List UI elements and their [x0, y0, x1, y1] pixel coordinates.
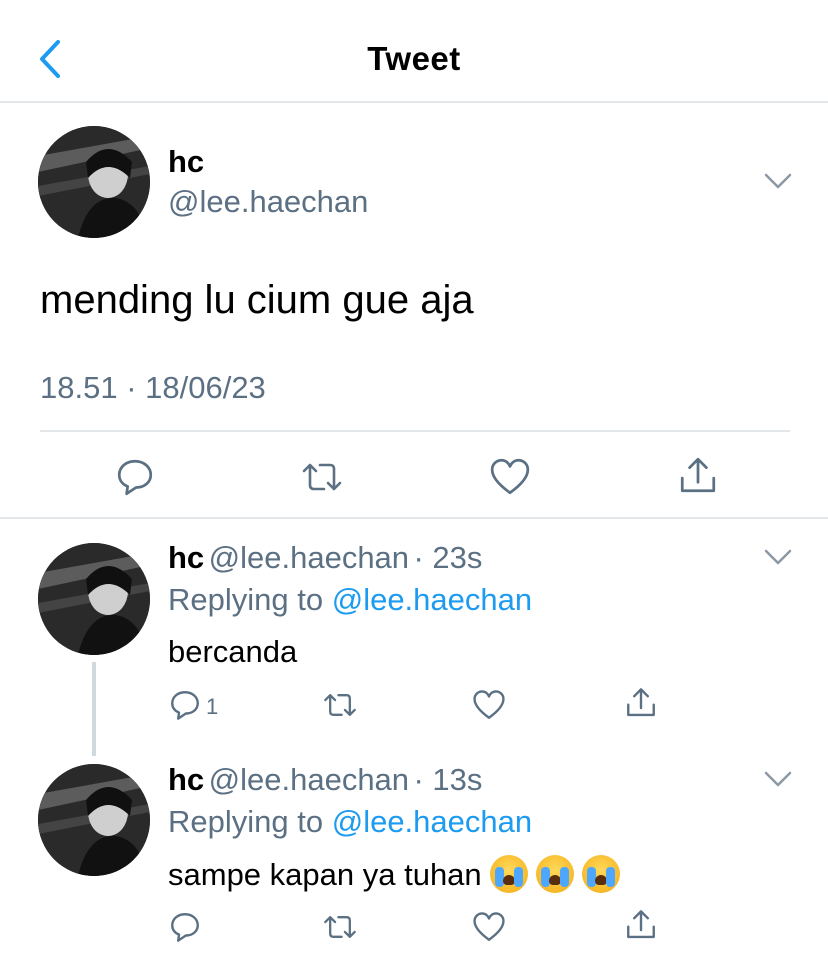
- speech-bubble-icon: [171, 691, 199, 720]
- thread-connector: [92, 662, 96, 756]
- chevron-down-icon: [764, 173, 792, 189]
- reply-button[interactable]: [168, 688, 202, 722]
- reply-count: 1: [206, 694, 219, 719]
- heart-icon: [473, 690, 505, 719]
- replying-to-label: Replying to: [168, 582, 324, 617]
- more-button[interactable]: [764, 172, 792, 190]
- share-button[interactable]: [624, 908, 658, 942]
- more-button[interactable]: [764, 548, 792, 566]
- mention-link[interactable]: @lee.haechan: [332, 582, 532, 617]
- display-name[interactable]: hc: [168, 144, 204, 180]
- retweet-button[interactable]: [322, 910, 358, 944]
- meta-divider: [40, 430, 790, 432]
- avatar[interactable]: [38, 543, 150, 655]
- avatar-image: [38, 764, 150, 876]
- loudly-crying-face-icon: [535, 855, 574, 893]
- like-button[interactable]: [489, 456, 531, 498]
- heart-icon: [490, 458, 530, 495]
- retweet-icon: [324, 916, 356, 938]
- tweet-divider: [0, 517, 828, 519]
- reply-text: bercanda: [168, 634, 298, 669]
- handle[interactable]: @lee.haechan: [168, 184, 368, 220]
- retweet-icon: [324, 694, 356, 716]
- loudly-crying-face-icon: [581, 855, 620, 893]
- loudly-crying-face-icon: [489, 855, 528, 893]
- avatar[interactable]: [38, 126, 150, 238]
- share-upload-icon: [680, 457, 716, 493]
- reply-text: sampe kapan ya tuhan: [168, 857, 482, 892]
- speech-bubble-icon: [117, 459, 153, 496]
- speech-bubble-icon: [171, 913, 199, 942]
- reply-body: sampe kapan ya tuhan: [168, 855, 620, 893]
- page-title: Tweet: [367, 40, 461, 77]
- chevron-down-icon: [764, 771, 792, 787]
- reply-button[interactable]: [114, 456, 156, 498]
- reply-age: · 23s: [413, 540, 483, 575]
- handle[interactable]: @lee.haechan: [209, 762, 409, 797]
- replying-to-label: Replying to: [168, 804, 324, 839]
- reply-header: hc @lee.haechan · 13s: [168, 762, 482, 798]
- like-button[interactable]: [472, 688, 506, 722]
- replying-to: Replying to @lee.haechan: [168, 582, 532, 618]
- display-name[interactable]: hc: [168, 540, 204, 575]
- tweet-text: mending lu cium gue aja: [40, 278, 474, 322]
- retweet-icon: [302, 463, 342, 491]
- share-button[interactable]: [624, 686, 658, 720]
- reply-header: hc @lee.haechan · 23s: [168, 540, 482, 576]
- heart-icon: [473, 912, 505, 941]
- mention-link[interactable]: @lee.haechan: [332, 804, 532, 839]
- header-divider: [0, 101, 828, 103]
- share-upload-icon: [627, 688, 655, 717]
- retweet-button[interactable]: [300, 456, 344, 498]
- avatar[interactable]: [38, 764, 150, 876]
- like-button[interactable]: [472, 910, 506, 944]
- avatar-image: [38, 126, 150, 238]
- share-button[interactable]: [677, 455, 719, 497]
- reply-button[interactable]: [168, 910, 202, 944]
- more-button[interactable]: [764, 770, 792, 788]
- avatar-image: [38, 543, 150, 655]
- display-name[interactable]: hc: [168, 762, 204, 797]
- chevron-down-icon: [764, 549, 792, 565]
- share-upload-icon: [627, 910, 655, 939]
- handle[interactable]: @lee.haechan: [209, 540, 409, 575]
- replying-to: Replying to @lee.haechan: [168, 804, 532, 840]
- tweet-timestamp[interactable]: 18.51 · 18/06/23: [40, 370, 266, 406]
- retweet-button[interactable]: [322, 688, 358, 722]
- reply-age: · 13s: [413, 762, 483, 797]
